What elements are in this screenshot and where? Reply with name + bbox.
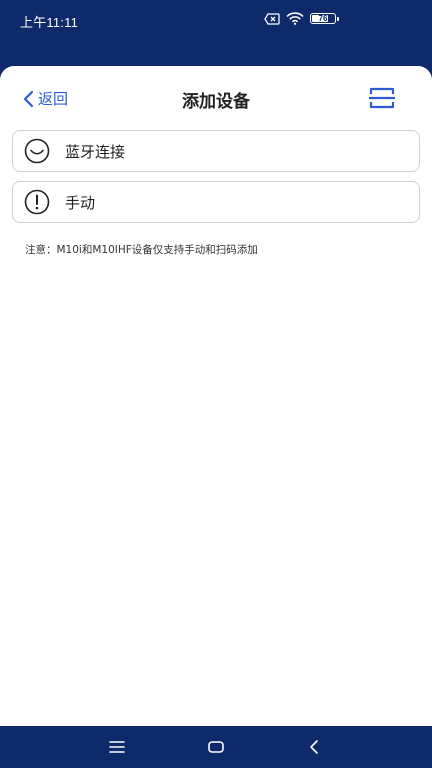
nav-back-icon[interactable] (305, 737, 325, 757)
home-icon[interactable] (206, 737, 226, 757)
status-bar: 上午11:11 76 (0, 0, 432, 40)
wifi-icon (286, 12, 304, 25)
bluetooth-connect-option[interactable]: 蓝牙连接 (12, 130, 420, 172)
menu-icon[interactable] (107, 737, 127, 757)
bluetooth-connect-icon (23, 137, 51, 165)
scan-icon (368, 86, 396, 110)
header: 返回 添加设备 (0, 66, 432, 130)
status-icons: 76 (264, 12, 339, 25)
manual-add-label: 手动 (65, 193, 96, 212)
battery-icon: 76 (310, 13, 339, 24)
battery-level: 76 (318, 14, 328, 23)
scan-button[interactable] (368, 86, 396, 110)
status-time: 上午11:11 (20, 15, 79, 30)
system-nav-bar (0, 726, 432, 768)
content-sheet: 返回 添加设备 蓝牙连接 手动 注意：M10i和M10IHF设备仅支持手动和扫码… (0, 66, 432, 726)
manual-add-option[interactable]: 手动 (12, 181, 420, 223)
bluetooth-connect-label: 蓝牙连接 (65, 142, 126, 161)
alert-circle-icon (23, 188, 51, 216)
note-text: 注意：M10i和M10IHF设备仅支持手动和扫码添加 (25, 244, 258, 256)
no-sim-icon (264, 12, 280, 25)
